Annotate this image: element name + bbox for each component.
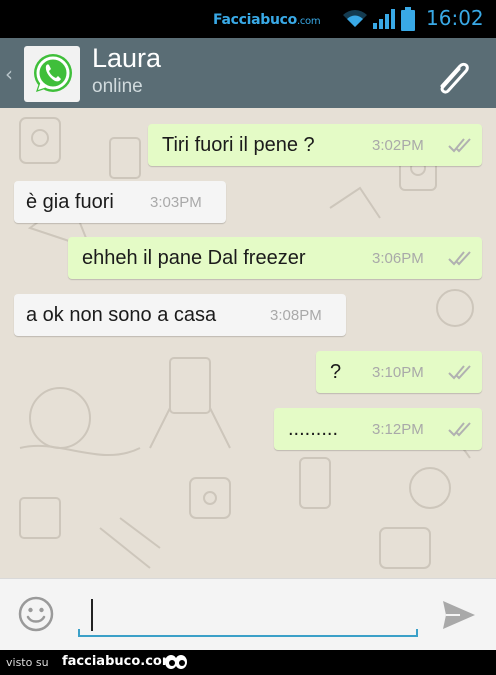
double-check-icon bbox=[448, 422, 471, 437]
input-underline-edge bbox=[416, 629, 418, 637]
chat-area[interactable]: Tiri fuori il pene ? 3:02PM è gia fuori … bbox=[0, 108, 496, 578]
back-icon[interactable]: ‹ bbox=[5, 62, 13, 86]
input-underline-edge bbox=[78, 629, 80, 637]
message-bubble-incoming[interactable]: è gia fuori 3:03PM bbox=[14, 181, 226, 223]
message-bubble-outgoing[interactable]: ......... 3:12PM bbox=[274, 408, 482, 450]
message-text: è gia fuori bbox=[26, 190, 114, 213]
chat-header: ‹ Laura online bbox=[0, 38, 496, 108]
text-cursor bbox=[91, 599, 93, 631]
double-check-icon bbox=[448, 251, 471, 266]
status-bar: Facciabuco.com 16:02 bbox=[0, 0, 496, 38]
smiley-icon[interactable] bbox=[18, 596, 54, 632]
double-check-icon bbox=[448, 138, 471, 153]
watermark-suffix: .com bbox=[296, 16, 321, 27]
footer-brand[interactable]: facciabuco.com bbox=[62, 654, 175, 669]
message-bubble-outgoing[interactable]: Tiri fuori il pene ? 3:02PM bbox=[148, 124, 482, 166]
message-text: ? bbox=[330, 360, 342, 383]
whatsapp-logo-icon bbox=[34, 54, 72, 92]
contact-status: online bbox=[92, 76, 143, 97]
double-check-icon bbox=[448, 365, 471, 380]
message-bubble-outgoing[interactable]: ehheh il pane Dal freezer 3:06PM bbox=[68, 237, 482, 279]
paperclip-icon[interactable] bbox=[430, 54, 474, 98]
message-time: 3:12PM bbox=[372, 420, 424, 438]
footer: visto su facciabuco.com bbox=[0, 650, 496, 675]
eyes-logo-icon bbox=[165, 655, 187, 669]
send-icon[interactable] bbox=[440, 596, 478, 634]
message-bubble-outgoing[interactable]: ? 3:10PM bbox=[316, 351, 482, 393]
status-icons bbox=[342, 7, 416, 31]
message-time: 3:02PM bbox=[372, 136, 424, 154]
wifi-icon bbox=[343, 10, 367, 27]
message-text: ehheh il pane Dal freezer bbox=[82, 246, 306, 269]
footer-visto-text: visto su bbox=[6, 656, 49, 669]
message-time: 3:03PM bbox=[150, 193, 202, 211]
message-bubble-incoming[interactable]: a ok non sono a casa 3:08PM bbox=[14, 294, 346, 336]
message-time: 3:06PM bbox=[372, 249, 424, 267]
message-text: ......... bbox=[288, 417, 339, 440]
status-clock: 16:02 bbox=[426, 6, 484, 30]
message-time: 3:10PM bbox=[372, 363, 424, 381]
contact-name[interactable]: Laura bbox=[92, 43, 161, 74]
message-time: 3:08PM bbox=[270, 306, 322, 324]
watermark-brand: Facciabuco bbox=[213, 12, 297, 28]
message-input-bar bbox=[0, 578, 496, 650]
status-watermark: Facciabuco.com bbox=[213, 12, 321, 28]
battery-icon bbox=[401, 7, 415, 31]
contact-avatar[interactable] bbox=[24, 46, 80, 102]
message-text: a ok non sono a casa bbox=[26, 303, 217, 326]
wallpaper-doodles bbox=[19, 117, 474, 569]
message-input[interactable] bbox=[78, 593, 418, 637]
signal-icon bbox=[373, 9, 395, 29]
message-text: Tiri fuori il pene ? bbox=[162, 133, 315, 156]
